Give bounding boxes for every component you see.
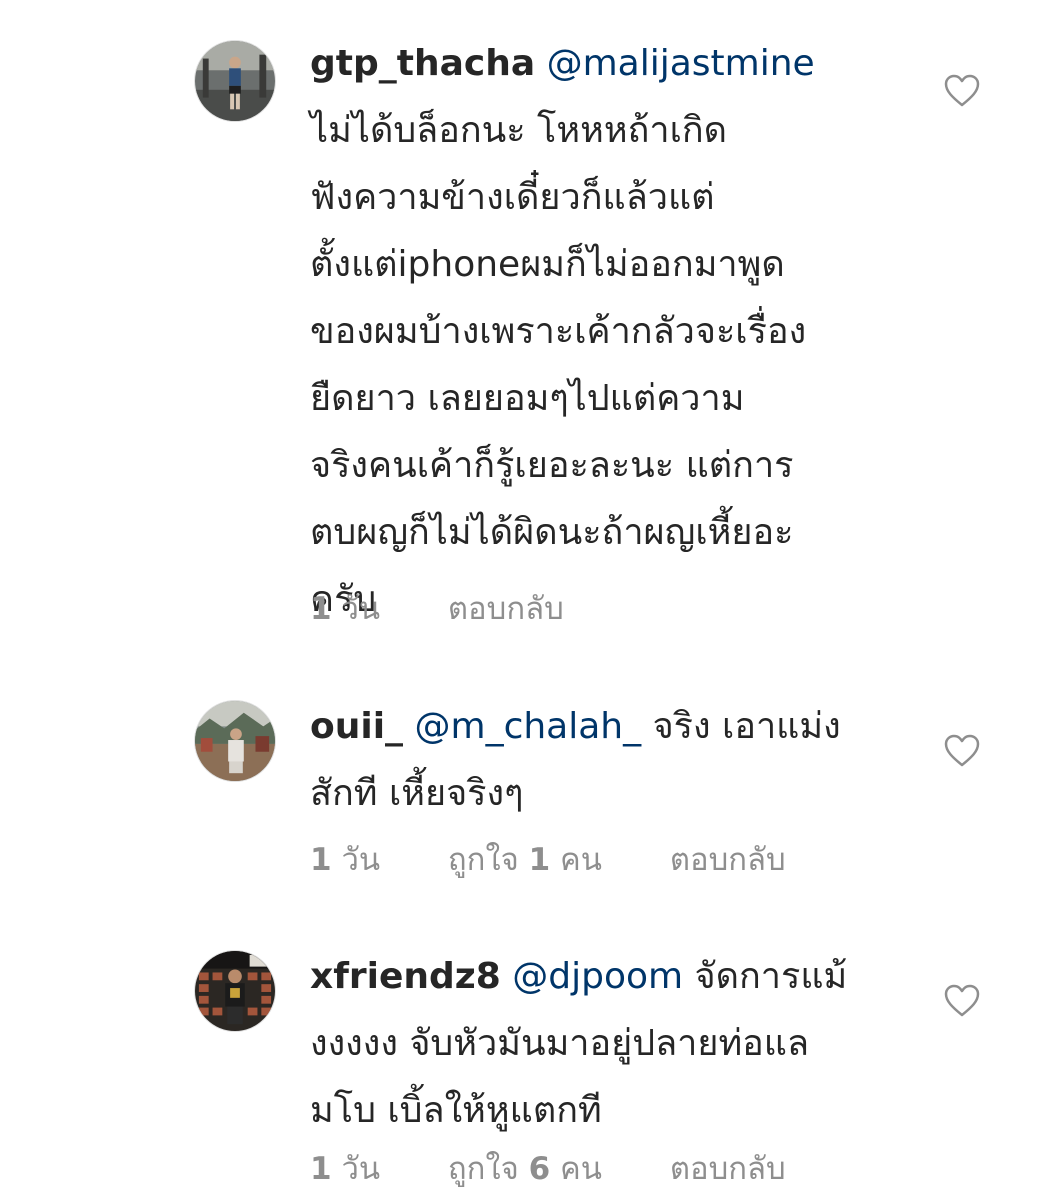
heart-outline-icon[interactable] — [944, 734, 980, 768]
heart-outline-icon[interactable] — [944, 74, 980, 108]
comment-line: ตั้งแต่iphoneผมก็ไม่ออกมาพูด — [310, 244, 785, 285]
likes-count[interactable]: ถูกใจ 1 คน — [448, 834, 602, 884]
timestamp: 1 วัน — [310, 1151, 381, 1187]
comment-line: ตบผญก็ไม่ได้ผิดนะถ้าผญเหี้ยอะ — [310, 512, 794, 553]
likes-count[interactable]: ถูกใจ 6 คน — [448, 1143, 602, 1193]
comment-line: ฟังความข้างเดี๋ยวก็แล้วแต่ — [310, 177, 715, 218]
username[interactable]: ouii_ — [310, 706, 403, 747]
comment-line: จริง เอาแม่ง — [652, 706, 841, 747]
comment-line: งงงงง จับหัวมันมาอยู่ปลายท่อแล — [310, 1023, 810, 1064]
comment-line: จัดการแม้ — [694, 956, 848, 997]
comment-text: xfriendz8 @djpoom จัดการแม้ งงงงง จับหัว… — [310, 943, 910, 1144]
comment-first-line: ouii_ @m_chalah_ จริง เอาแม่ง — [310, 693, 910, 760]
username[interactable]: xfriendz8 — [310, 956, 501, 997]
comment-line: ยืดยาว เลยยอมๆไปแต่ความ — [310, 378, 745, 419]
comment-text: ouii_ @m_chalah_ จริง เอาแม่ง สักที เหี้… — [310, 693, 910, 827]
timestamp: 1 วัน — [310, 591, 381, 627]
reply-button[interactable]: ตอบกลับ — [670, 834, 786, 884]
mention-link[interactable]: @djpoom — [512, 956, 683, 997]
comment-meta: 1 วัน ถูกใจ 1 คน ตอบกลับ — [310, 834, 844, 884]
comment-line: จริงคนเค้าก็รู้เยอะละนะ แต่การ — [310, 445, 794, 486]
comment-meta: 1 วัน ตอบกลับ — [310, 583, 622, 633]
comment-first-line: gtp_thacha @malijastmine — [310, 30, 910, 97]
avatar[interactable] — [194, 700, 276, 782]
comment-line: ของผมบ้างเพราะเค้ากลัวจะเรื่อง — [310, 311, 807, 352]
comment-line: สักที เหี้ยจริงๆ — [310, 773, 524, 814]
comment-meta: 1 วัน ถูกใจ 6 คน ตอบกลับ — [310, 1143, 844, 1193]
avatar[interactable] — [194, 40, 276, 122]
heart-outline-icon[interactable] — [944, 984, 980, 1018]
reply-button[interactable]: ตอบกลับ — [670, 1143, 786, 1193]
mention-link[interactable]: @m_chalah_ — [415, 706, 642, 747]
username[interactable]: gtp_thacha — [310, 43, 535, 84]
avatar[interactable] — [194, 950, 276, 1032]
comment-text: gtp_thacha @malijastmine ไม่ได้บล็อกนะ โ… — [310, 30, 910, 633]
comment-line: มโบ เบิ้ลให้หูแตกที — [310, 1090, 602, 1131]
comment-line: ไม่ได้บล็อกนะ โหหหถ้าเกิด — [310, 110, 728, 151]
reply-button[interactable]: ตอบกลับ — [448, 583, 564, 633]
mention-link[interactable]: @malijastmine — [547, 43, 815, 84]
comment-first-line: xfriendz8 @djpoom จัดการแม้ — [310, 943, 910, 1010]
timestamp: 1 วัน — [310, 842, 381, 878]
